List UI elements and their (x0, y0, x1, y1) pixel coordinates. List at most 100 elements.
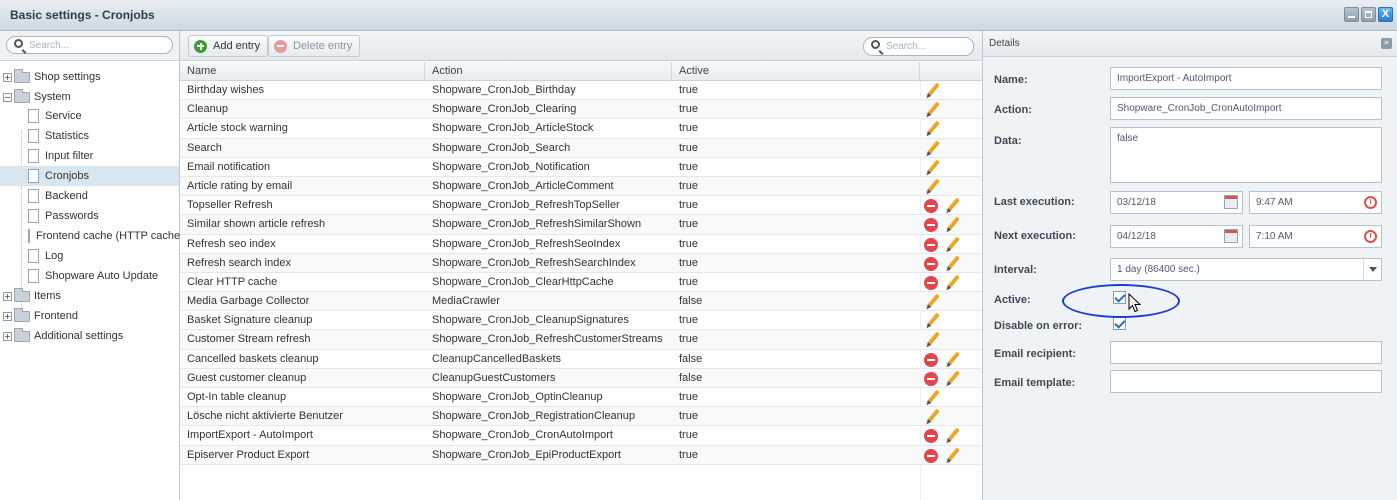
column-header-action[interactable]: Action (425, 62, 672, 81)
edit-pencil-icon[interactable] (944, 428, 960, 444)
edit-pencil-icon[interactable] (944, 237, 960, 253)
table-row[interactable]: Search Shopware_CronJob_Search true (180, 138, 982, 158)
tree-item[interactable]: Shopware Auto Update (0, 266, 179, 286)
tree-item-label: Passwords (45, 210, 99, 222)
edit-pencil-icon[interactable] (924, 141, 940, 157)
next-execution-time-field[interactable]: 7:10 AM (1249, 225, 1382, 248)
tree-item[interactable]: + Shop settings (3, 67, 179, 87)
delete-row-icon[interactable] (924, 256, 938, 271)
tree-item[interactable]: Cronjobs (0, 166, 179, 186)
minimize-icon[interactable] (1344, 7, 1359, 22)
tree-item[interactable]: Frontend cache (HTTP cache) (0, 226, 184, 246)
edit-pencil-icon[interactable] (924, 332, 940, 348)
tree-search-input[interactable]: Search... (6, 36, 173, 54)
action-field[interactable]: Shopware_CronJob_CronAutoImport (1110, 97, 1382, 120)
edit-pencil-icon[interactable] (944, 256, 960, 272)
cell-action: Shopware_CronJob_CronAutoImport (432, 429, 613, 442)
tree-item[interactable]: + Additional settings (3, 326, 179, 346)
edit-pencil-icon[interactable] (924, 121, 940, 137)
chevron-down-icon[interactable] (1363, 259, 1381, 280)
delete-row-icon[interactable] (924, 218, 938, 233)
email-template-field[interactable] (1110, 370, 1382, 393)
last-execution-date-field[interactable]: 03/12/18 (1110, 191, 1243, 214)
disable-on-error-checkbox[interactable] (1113, 317, 1126, 330)
table-row[interactable]: Basket Signature cleanup Shopware_CronJob… (180, 311, 982, 331)
email-recipient-field[interactable] (1110, 341, 1382, 364)
expand-icon[interactable]: + (3, 311, 12, 321)
delete-row-icon[interactable] (924, 275, 938, 290)
edit-pencil-icon[interactable] (924, 102, 940, 118)
edit-pencil-icon[interactable] (944, 198, 960, 214)
delete-row-icon[interactable] (924, 199, 938, 214)
table-row[interactable]: Article rating by email Shopware_CronJob_… (180, 176, 982, 197)
add-entry-button[interactable]: Add entry (188, 35, 269, 57)
table-row[interactable]: Cleanup Shopware_CronJob_Clearing true (180, 100, 982, 120)
name-field[interactable]: ImportExport - AutoImport (1110, 67, 1382, 90)
tree-item[interactable]: Backend (0, 186, 179, 206)
table-row[interactable]: Customer Stream refresh Shopware_CronJob_… (180, 330, 982, 350)
edit-pencil-icon[interactable] (924, 179, 940, 195)
tree-item[interactable]: Log (0, 246, 179, 266)
column-header-active[interactable]: Active (672, 62, 920, 81)
delete-row-icon[interactable] (924, 448, 938, 463)
delete-row-icon[interactable] (924, 352, 938, 367)
maximize-icon[interactable] (1361, 7, 1376, 22)
table-row[interactable]: Lösche nicht aktivierte Benutzer Shopware… (180, 407, 982, 427)
edit-pencil-icon[interactable] (924, 390, 940, 406)
table-row[interactable]: Cancelled baskets cleanup CleanupCancelle… (180, 350, 982, 369)
interval-select[interactable]: 1 day (86400 sec.) (1110, 258, 1382, 281)
edit-pencil-icon[interactable] (924, 313, 940, 329)
delete-row-icon[interactable] (924, 429, 938, 444)
table-row[interactable]: Refresh seo index Shopware_CronJob_Refres… (180, 235, 982, 254)
edit-pencil-icon[interactable] (924, 160, 940, 176)
next-execution-date-field[interactable]: 04/12/18 (1110, 225, 1243, 248)
table-row[interactable]: Birthday wishes Shopware_CronJob_Birthday… (180, 81, 982, 101)
calendar-icon[interactable] (1224, 195, 1238, 209)
cell-active: false (679, 295, 703, 308)
edit-pencil-icon[interactable] (924, 83, 940, 99)
edit-pencil-icon[interactable] (944, 448, 960, 464)
collapse-panel-icon[interactable]: » (1381, 38, 1392, 49)
edit-pencil-icon[interactable] (944, 217, 960, 233)
table-row[interactable]: Guest customer cleanup CleanupGuestCustom… (180, 368, 982, 388)
table-row[interactable]: ImportExport - AutoImport Shopware_CronJo… (180, 426, 982, 446)
table-row[interactable]: Clear HTTP cache Shopware_CronJob_ClearHt… (180, 273, 982, 293)
edit-pencil-icon[interactable] (924, 409, 940, 425)
table-row[interactable]: Email notification Shopware_CronJob_Notif… (180, 158, 982, 177)
tree-item[interactable]: Statistics (0, 126, 179, 146)
table-row[interactable]: Similar shown article refresh Shopware_Cr… (180, 215, 982, 235)
calendar-icon[interactable] (1224, 229, 1238, 243)
table-row[interactable]: Episerver Product Export Shopware_CronJob… (180, 445, 982, 465)
table-row[interactable]: Topseller Refresh Shopware_CronJob_Refres… (180, 196, 982, 216)
table-row[interactable]: Media Garbage Collector MediaCrawler false (180, 292, 982, 312)
tree-item[interactable]: Passwords (0, 206, 179, 226)
page-icon (28, 189, 39, 203)
delete-row-icon[interactable] (924, 237, 938, 252)
edit-pencil-icon[interactable] (924, 294, 940, 310)
expand-icon[interactable]: + (3, 72, 12, 82)
expand-icon[interactable]: + (3, 331, 12, 341)
delete-row-icon[interactable] (924, 371, 938, 386)
cell-active: true (679, 275, 698, 288)
tree-item[interactable]: Input filter (0, 146, 179, 166)
close-icon[interactable]: X (1378, 7, 1393, 22)
table-row[interactable]: Opt-In table cleanup Shopware_CronJob_Opt… (180, 388, 982, 408)
tree-item[interactable]: Service (0, 106, 179, 126)
edit-pencil-icon[interactable] (944, 352, 960, 368)
tree-item[interactable]: − System (3, 87, 179, 107)
clock-icon[interactable] (1364, 230, 1377, 243)
collapse-icon[interactable]: − (3, 92, 12, 102)
tree-item[interactable]: + Items (3, 286, 179, 306)
data-textarea[interactable]: false (1110, 127, 1382, 183)
clock-icon[interactable] (1364, 196, 1377, 209)
last-execution-time-field[interactable]: 9:47 AM (1249, 191, 1382, 214)
tree-item[interactable]: + Frontend (3, 306, 179, 326)
edit-pencil-icon[interactable] (944, 371, 960, 387)
edit-pencil-icon[interactable] (944, 275, 960, 291)
grid-search-input[interactable]: Search... (863, 37, 974, 56)
expand-icon[interactable]: + (3, 291, 12, 301)
table-row[interactable]: Refresh search index Shopware_CronJob_Ref… (180, 253, 982, 273)
table-row[interactable]: Article stock warning Shopware_CronJob_Ar… (180, 119, 982, 139)
column-header-name[interactable]: Name (180, 62, 425, 81)
delete-entry-button[interactable]: Delete entry (268, 35, 361, 57)
